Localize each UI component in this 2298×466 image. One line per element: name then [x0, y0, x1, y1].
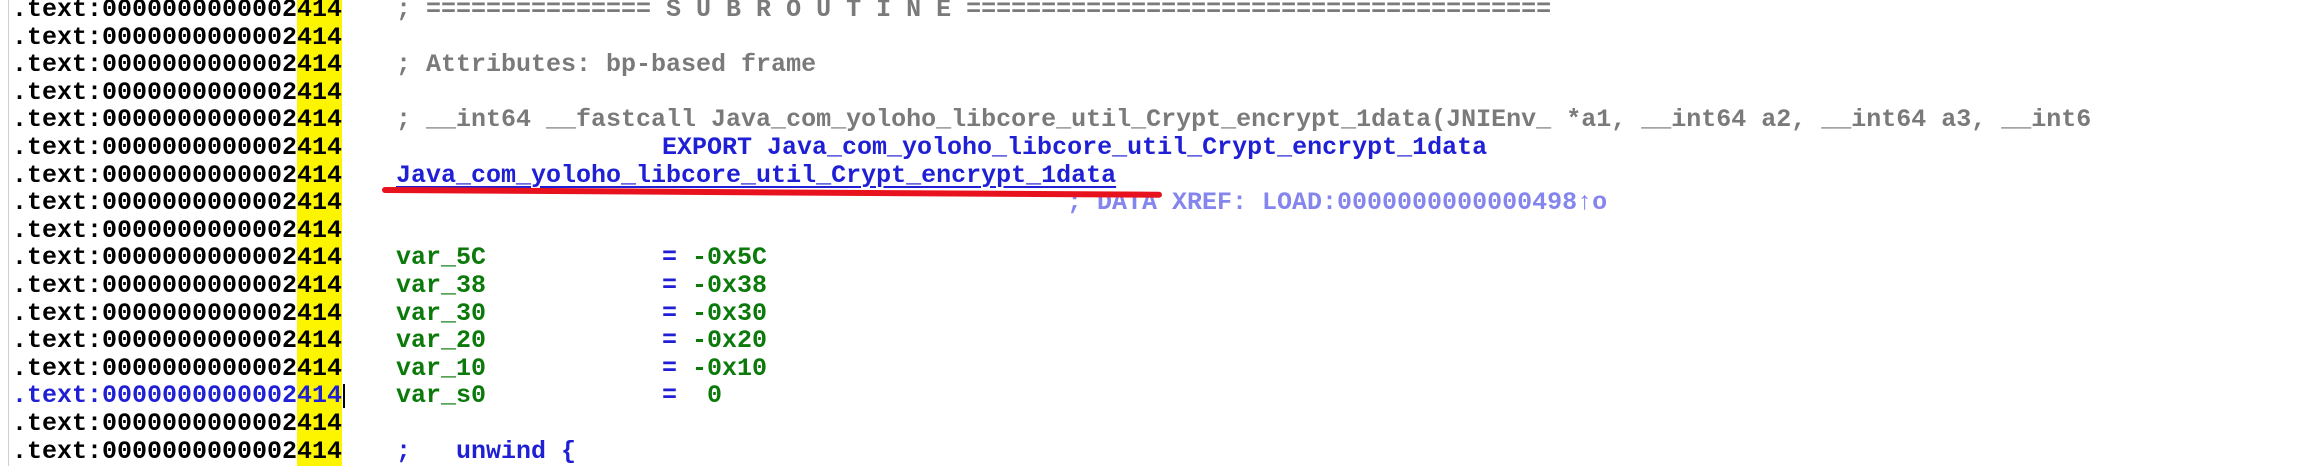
stack-var-name[interactable]: var_5C	[396, 244, 486, 272]
address-highlight: 414	[297, 381, 343, 411]
gutter-rule	[8, 0, 9, 466]
function-label[interactable]: Java_com_yoloho_libcore_util_Crypt_encry…	[396, 161, 1116, 190]
address-highlight: 414	[297, 133, 343, 162]
address-highlight: 414	[297, 353, 343, 383]
offset-value: -0x38	[692, 271, 768, 300]
stack-var-offset: = 0	[662, 382, 722, 410]
address-highlight: 414	[297, 326, 343, 356]
address-highlight: 414	[297, 105, 343, 135]
offset-value: 0	[707, 381, 723, 411]
address-prefix: .text:0000000000002	[12, 0, 298, 24]
line-address[interactable]: .text:0000000000002414	[12, 326, 343, 356]
equals-sign: =	[662, 326, 678, 356]
function-label-text[interactable]: Java_com_yoloho_libcore_util_Crypt_encry…	[396, 161, 1116, 190]
comment-text: ; __int64 __fastcall Java_com_yoloho_lib…	[396, 105, 2092, 135]
comment-text: ; Attributes: bp-based frame	[396, 50, 817, 80]
line-address[interactable]: .text:0000000000002414	[12, 188, 343, 218]
stack-var-offset: = -0x5C	[662, 244, 767, 272]
line-address[interactable]: .text:0000000000002414	[12, 77, 343, 107]
offset-value: -0x20	[692, 326, 768, 356]
text-cursor	[343, 383, 346, 408]
address-highlight: 414	[297, 298, 343, 328]
address-prefix: .text:0000000000002	[12, 409, 298, 438]
line-address[interactable]: .text:0000000000002414	[12, 105, 343, 135]
line-address[interactable]: .text:0000000000002414	[12, 133, 343, 162]
address-prefix: .text:0000000000002	[12, 271, 298, 300]
address-prefix: .text:0000000000002	[12, 105, 298, 135]
offset-value: -0x5C	[692, 243, 768, 273]
address-prefix: .text:0000000000002	[12, 215, 298, 245]
line-address[interactable]: .text:0000000000002414	[12, 271, 343, 300]
address-highlight: 414	[297, 188, 343, 218]
address-highlight: 414	[297, 50, 343, 80]
address-highlight: 414	[297, 409, 343, 438]
line-address[interactable]: .text:0000000000002414	[12, 353, 343, 383]
equals-sign: =	[662, 298, 678, 328]
stack-var-name[interactable]: var_20	[396, 327, 486, 355]
line-address[interactable]: .text:0000000000002414	[12, 0, 343, 24]
stack-var-name[interactable]: var_10	[396, 354, 486, 383]
stack-var-offset: = -0x20	[662, 327, 767, 355]
line-address[interactable]: .text:0000000000002414	[12, 298, 343, 328]
equals-sign: =	[662, 243, 678, 273]
export-directive: EXPORT Java_com_yoloho_libcore_util_Cryp…	[662, 133, 1488, 162]
stack-var-offset: = -0x10	[662, 353, 768, 383]
address-highlight: 414	[297, 271, 343, 300]
line-address[interactable]: .text:0000000000002414	[12, 22, 343, 52]
equals-sign: =	[662, 353, 678, 383]
offset-value: -0x10	[692, 353, 768, 383]
address-prefix: .text:0000000000002	[12, 160, 298, 190]
address-highlight: 414	[297, 0, 343, 24]
stack-var-name[interactable]: var_s0	[396, 382, 486, 410]
address-highlight: 414	[297, 436, 343, 466]
address-prefix: .text:0000000000002	[12, 188, 298, 218]
address-prefix: .text:0000000000002	[12, 436, 298, 466]
stack-var-offset: = -0x30	[662, 298, 768, 328]
address-highlight: 414	[297, 215, 343, 245]
address-prefix: .text:0000000000002	[12, 381, 298, 411]
line-address[interactable]: .text:0000000000002414	[12, 50, 343, 80]
address-prefix: .text:0000000000002	[12, 77, 298, 107]
unwind-directive: ; unwind {	[396, 436, 577, 466]
line-address[interactable]: .text:0000000000002414	[12, 243, 343, 273]
line-address[interactable]: .text:0000000000002414	[12, 160, 343, 190]
address-highlight: 414	[297, 243, 343, 273]
offset-value: -0x30	[692, 298, 768, 328]
address-prefix: .text:0000000000002	[12, 326, 298, 356]
stack-var-name[interactable]: var_30	[396, 299, 486, 328]
address-prefix: .text:0000000000002	[12, 22, 298, 52]
address-prefix: .text:0000000000002	[12, 133, 298, 162]
equals-sign: =	[662, 271, 678, 300]
address-highlight: 414	[297, 77, 343, 107]
equals-sign: =	[662, 381, 678, 411]
address-prefix: .text:0000000000002	[12, 298, 298, 328]
stack-var-offset: = -0x38	[662, 272, 767, 300]
stack-var-name[interactable]: var_38	[396, 272, 486, 300]
line-address[interactable]: .text:0000000000002414	[12, 381, 346, 411]
address-prefix: .text:0000000000002	[12, 50, 298, 80]
address-prefix: .text:0000000000002	[12, 243, 298, 273]
line-address[interactable]: .text:0000000000002414	[12, 409, 343, 438]
line-address[interactable]: .text:0000000000002414	[12, 436, 343, 466]
comment-text: ; =============== S U B R O U T I N E ==…	[396, 0, 1552, 24]
address-highlight: 414	[297, 160, 343, 190]
address-highlight: 414	[297, 22, 343, 52]
disassembly-listing[interactable]: .text:0000000000002414; =============== …	[0, 0, 2298, 466]
address-prefix: .text:0000000000002	[12, 353, 298, 383]
line-address[interactable]: .text:0000000000002414	[12, 215, 343, 245]
